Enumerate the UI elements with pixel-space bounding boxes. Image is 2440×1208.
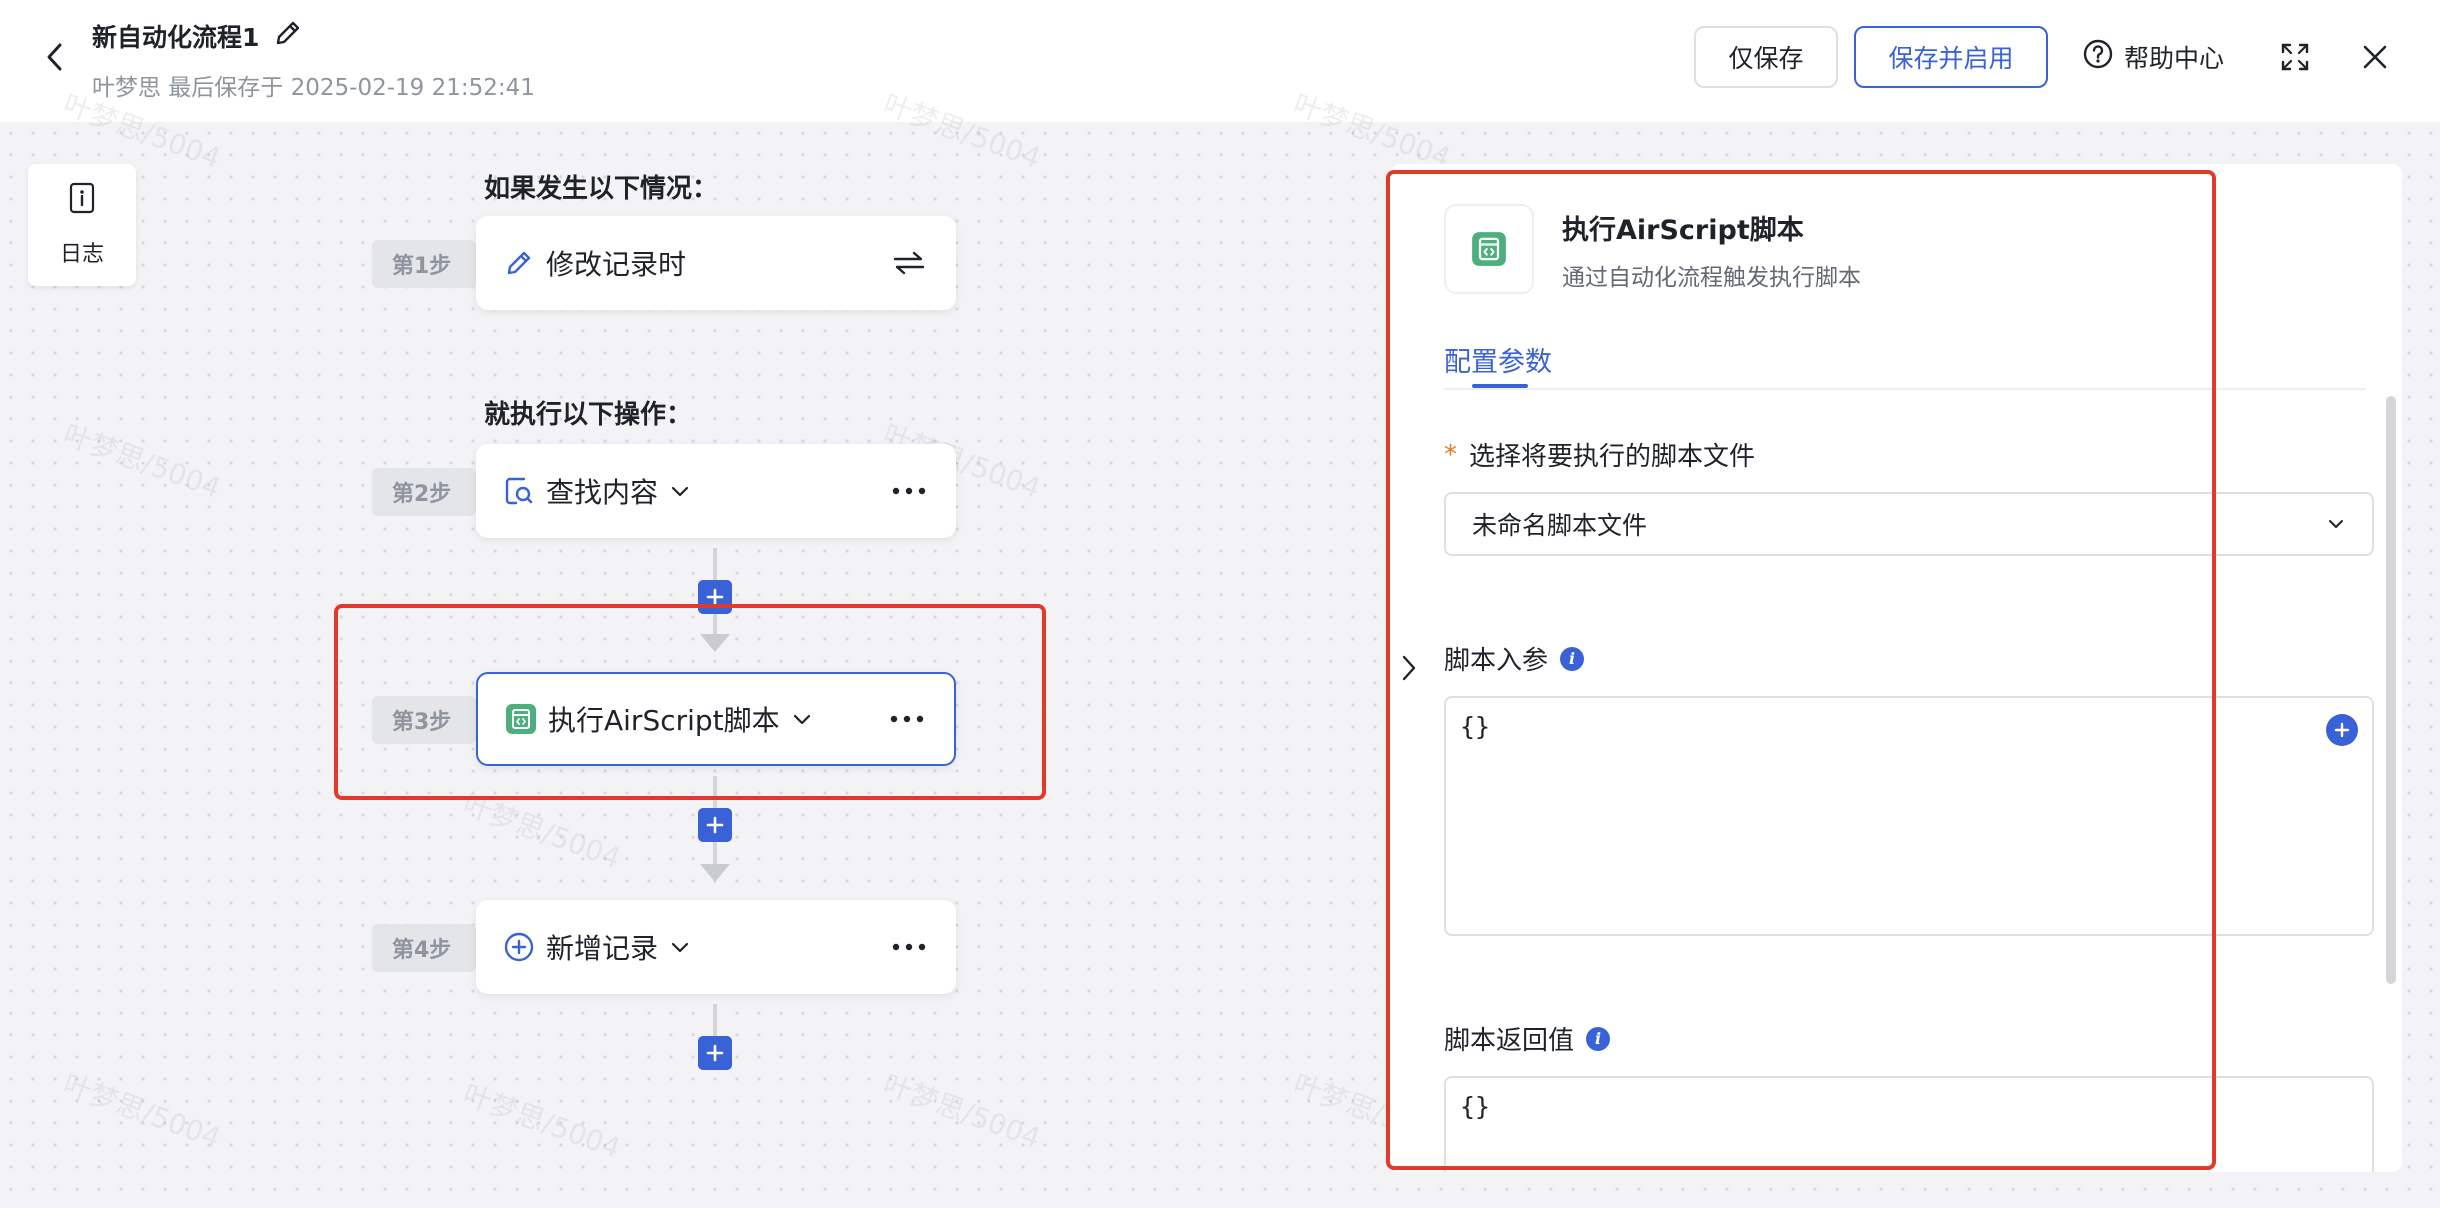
chevron-down-icon: [2326, 517, 2346, 531]
script-file-label-text: 选择将要执行的脚本文件: [1469, 442, 1756, 472]
info-icon[interactable]: i: [1586, 1026, 1611, 1051]
step-tag-2: 第2步: [372, 468, 476, 516]
node-label: 修改记录时: [546, 248, 687, 281]
panel-scrollbar[interactable]: [2386, 396, 2396, 984]
trigger-node-modify-record[interactable]: 修改记录时: [476, 216, 956, 310]
tab-active-indicator: [1472, 384, 1528, 388]
tab-config-params[interactable]: 配置参数: [1444, 340, 1552, 379]
trigger-heading: 如果发生以下情况：: [484, 174, 719, 204]
arrow-down-icon: [700, 634, 730, 652]
return-value-value: {}: [1460, 1092, 1491, 1121]
arrow-down-icon: [700, 864, 730, 882]
log-label: 日志: [59, 242, 104, 267]
info-icon[interactable]: i: [1560, 646, 1585, 671]
flow-title-text: 新自动化流程1: [92, 23, 260, 52]
help-circle-icon: [2082, 38, 2114, 76]
panel-description: 通过自动化流程触发执行脚本: [1562, 265, 1861, 291]
return-value-textarea[interactable]: {}: [1444, 1076, 2374, 1172]
save-only-button[interactable]: 仅保存: [1694, 26, 1838, 88]
chevron-down-icon[interactable]: [670, 484, 690, 498]
chevron-down-icon[interactable]: [792, 712, 812, 726]
connector-line: [713, 776, 717, 808]
help-center-label: 帮助中心: [2124, 44, 2225, 73]
fullscreen-icon[interactable]: [2276, 38, 2314, 76]
connector-line: [713, 842, 717, 864]
close-icon[interactable]: [2356, 38, 2394, 76]
input-params-value: {}: [1460, 712, 1491, 741]
step-tag-4: 第4步: [372, 924, 476, 972]
action-node-find-content[interactable]: 查找内容: [476, 444, 956, 538]
panel-title: 执行AirScript脚本: [1562, 215, 1804, 246]
input-params-label: 脚本入参 i: [1444, 640, 1585, 677]
return-value-label-text: 脚本返回值: [1444, 1026, 1575, 1056]
more-dots-icon[interactable]: [892, 943, 926, 951]
script-file-value: 未命名脚本文件: [1472, 511, 1648, 540]
save-and-enable-button[interactable]: 保存并启用: [1854, 26, 2048, 88]
flow-title: 新自动化流程1: [92, 18, 303, 54]
edit-pencil-icon[interactable]: [273, 18, 303, 54]
switch-arrows-icon[interactable]: [892, 249, 926, 277]
more-dots-icon[interactable]: [892, 487, 926, 495]
connector-line: [713, 614, 717, 634]
step-tag-1: 第1步: [372, 240, 476, 288]
doc-search-icon: [502, 474, 536, 508]
tab-divider: [1444, 388, 2366, 390]
log-button[interactable]: 日志: [28, 164, 136, 286]
connector-line: [713, 1004, 717, 1036]
action-node-add-record[interactable]: 新增记录: [476, 900, 956, 994]
more-dots-icon[interactable]: [890, 715, 924, 723]
node-label: 查找内容: [546, 476, 659, 509]
back-arrow-icon[interactable]: [38, 40, 72, 74]
plus-circle-icon: [502, 930, 536, 964]
top-header: 新自动化流程1 叶梦思 最后保存于 2025-02-19 21:52:41 仅保…: [0, 0, 2440, 122]
input-params-label-text: 脚本入参: [1444, 646, 1549, 676]
info-doc-icon: [68, 182, 96, 220]
script-file-select[interactable]: 未命名脚本文件: [1444, 492, 2374, 556]
return-value-label: 脚本返回值 i: [1444, 1020, 1611, 1057]
add-param-plus-icon[interactable]: [2326, 714, 2358, 746]
step-tag-3: 第3步: [372, 696, 476, 744]
add-step-button[interactable]: [698, 808, 732, 842]
help-center-link[interactable]: 帮助中心: [2082, 38, 2224, 76]
pencil-icon: [502, 246, 536, 280]
action-node-airscript[interactable]: 执行AirScript脚本: [476, 672, 956, 766]
required-mark: *: [1444, 439, 1457, 470]
collapse-panel-chevron-icon[interactable]: [1396, 648, 1422, 688]
node-label: 新增记录: [546, 932, 659, 965]
input-params-textarea[interactable]: {}: [1444, 696, 2374, 936]
node-label: 执行AirScript脚本: [548, 704, 780, 737]
script-icon: [504, 702, 538, 736]
panel-script-icon: [1444, 204, 1534, 294]
add-step-button[interactable]: [698, 1036, 732, 1070]
action-heading: 就执行以下操作：: [484, 400, 693, 430]
script-file-label: * 选择将要执行的脚本文件: [1444, 436, 1755, 473]
chevron-down-icon[interactable]: [670, 940, 690, 954]
add-step-button[interactable]: [698, 580, 732, 614]
last-saved-info: 叶梦思 最后保存于 2025-02-19 21:52:41: [92, 75, 535, 101]
